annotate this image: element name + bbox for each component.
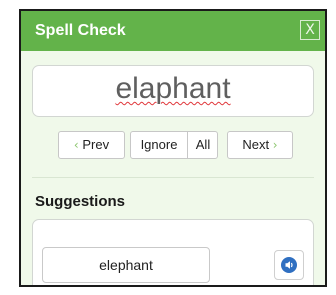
prev-label: Prev: [82, 137, 110, 152]
divider: [32, 177, 314, 178]
ignore-all-button[interactable]: All: [187, 132, 218, 158]
dialog-body: elaphant ‹ Prev Ignore All Next › Sugges…: [21, 51, 325, 285]
next-button[interactable]: Next ›: [227, 131, 293, 159]
suggestion-item[interactable]: elephant: [42, 247, 210, 283]
chevron-left-icon: ‹: [73, 138, 79, 152]
spell-check-dialog: Spell Check X elaphant ‹ Prev Ignore All…: [19, 9, 327, 287]
current-word-box: elaphant: [32, 65, 314, 117]
ignore-button-group: Ignore All: [130, 131, 218, 159]
speaker-icon: [281, 257, 297, 273]
prev-button[interactable]: ‹ Prev: [58, 131, 125, 159]
ignore-button[interactable]: Ignore: [131, 132, 187, 158]
chevron-right-icon: ›: [272, 138, 278, 152]
misspelled-word: elaphant: [115, 72, 231, 105]
title-bar: Spell Check X: [21, 11, 325, 51]
speak-suggestion-button[interactable]: [274, 250, 304, 280]
next-label: Next: [242, 137, 270, 152]
close-button[interactable]: X: [300, 20, 320, 40]
dialog-title: Spell Check: [35, 22, 126, 39]
suggestions-heading: Suggestions: [35, 193, 126, 210]
suggestions-panel: elephant: [32, 219, 314, 285]
